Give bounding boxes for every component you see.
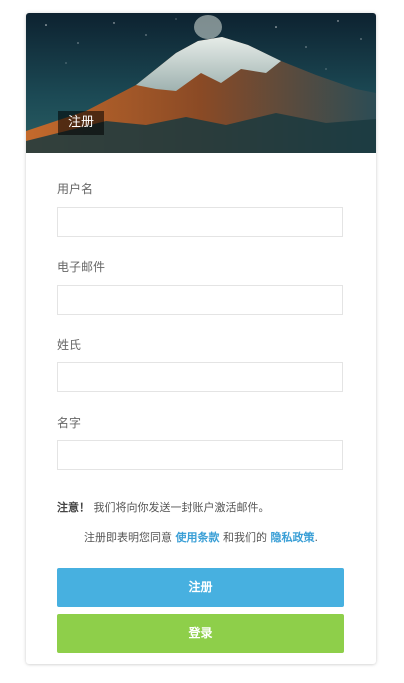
username-label: 用户名: [57, 182, 94, 196]
register-card: 注册 用户名 电子邮件 姓氏 名字 注意！ 我们将向你发送一封账户激活邮件。 注…: [26, 13, 376, 664]
register-button[interactable]: 注册: [57, 568, 344, 607]
terms-middle: 和我们的: [223, 531, 267, 544]
email-input[interactable]: [57, 285, 343, 315]
email-label: 电子邮件: [57, 260, 106, 274]
terms-of-use-link[interactable]: 使用条款: [176, 531, 220, 544]
notice-text: 我们将向你发送一封账户激活邮件。: [93, 501, 270, 514]
privacy-policy-link[interactable]: 隐私政策: [271, 531, 315, 544]
notice-strong: 注意！: [57, 501, 90, 514]
last-name-label: 姓氏: [57, 338, 82, 352]
activation-notice: 注意！ 我们将向你发送一封账户激活邮件。: [57, 500, 345, 516]
terms-suffix: .: [314, 531, 319, 544]
hero-banner: 注册: [26, 13, 376, 153]
terms-text: 注册即表明您同意 使用条款 和我们的 隐私政策.: [57, 530, 345, 546]
username-input[interactable]: [57, 207, 343, 237]
last-name-input[interactable]: [57, 362, 343, 392]
first-name-label: 名字: [57, 416, 82, 430]
first-name-input[interactable]: [57, 440, 343, 470]
hero-title: 注册: [58, 111, 105, 135]
terms-prefix: 注册即表明您同意: [84, 531, 172, 544]
login-button[interactable]: 登录: [57, 614, 344, 653]
